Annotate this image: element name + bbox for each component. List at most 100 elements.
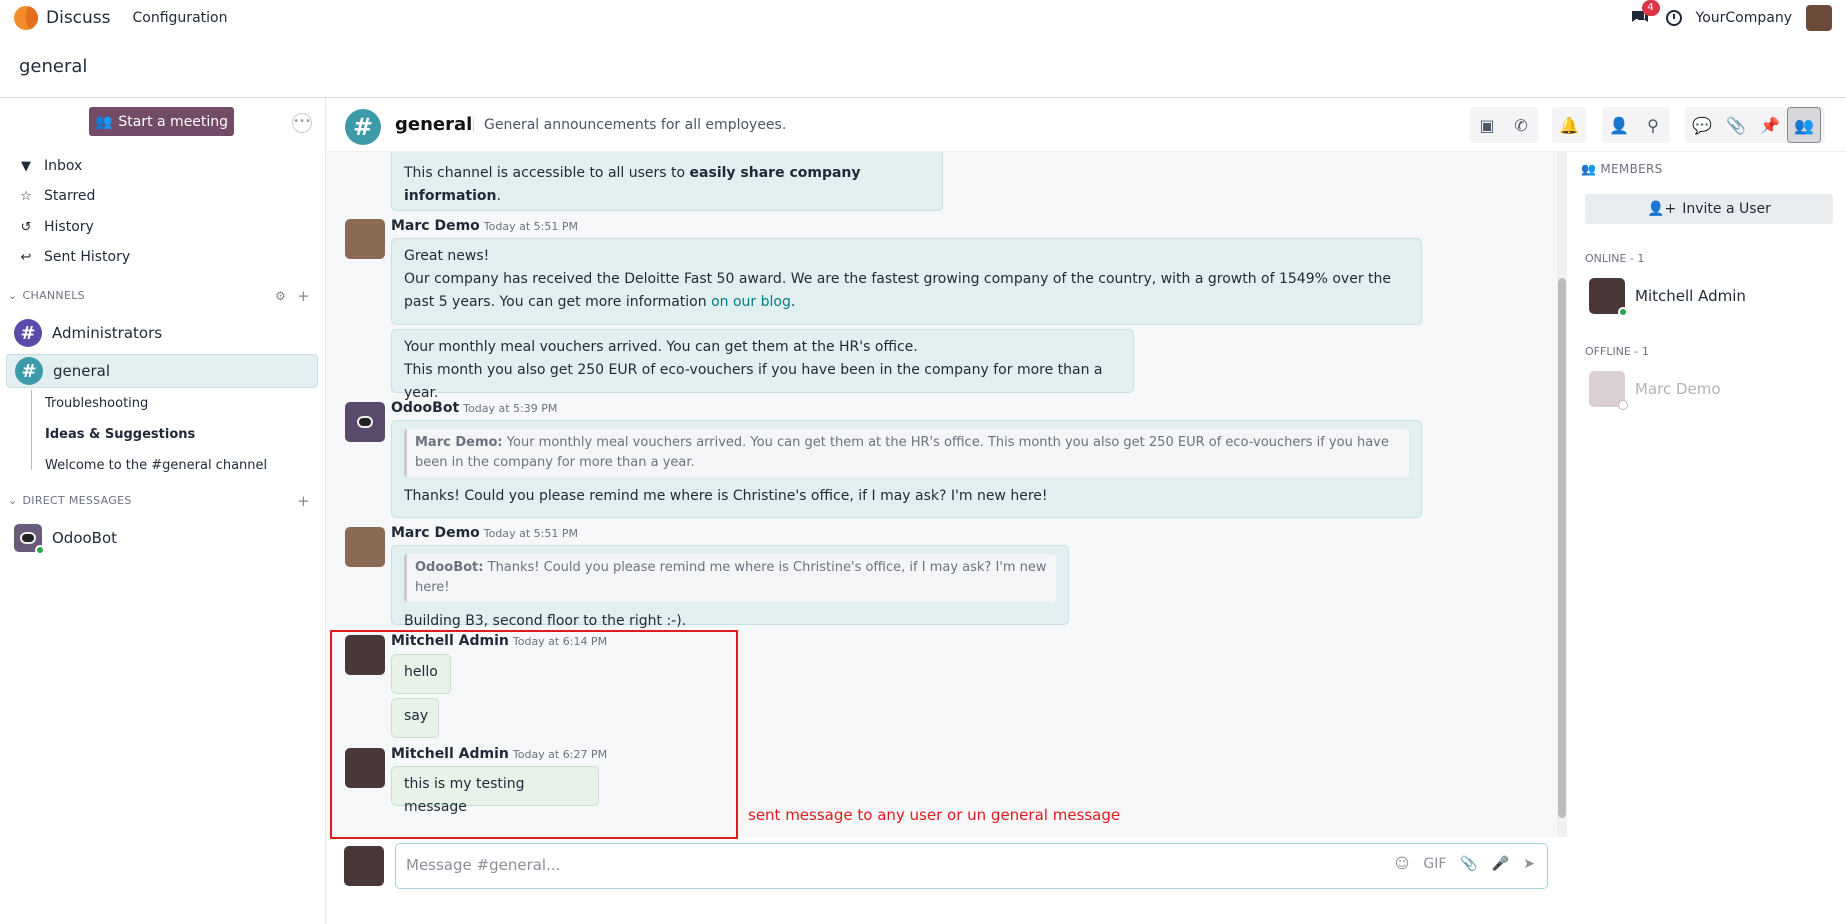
message-bubble: Your monthly meal vouchers arrived. You …	[391, 329, 1134, 401]
thread-scrollbar[interactable]	[1557, 152, 1567, 837]
gif-icon[interactable]: GIF	[1423, 856, 1446, 872]
history-icon: ↺	[20, 219, 32, 235]
message-bubble: Great news! Our company has received the…	[391, 238, 1422, 325]
message-author[interactable]: Marc Demo Today at 5:51 PM	[391, 525, 578, 541]
chat-header: # general General announcements for all …	[327, 98, 1846, 152]
breadcrumb: general	[0, 36, 1846, 98]
online-status-icon	[35, 545, 45, 555]
odoo-logo-icon[interactable]	[14, 6, 38, 30]
channel-general[interactable]: # general	[6, 354, 318, 388]
user-search-buttons: 👤 ⚲	[1602, 107, 1670, 143]
threads-icon[interactable]: 💬	[1685, 107, 1719, 143]
page-title: general	[19, 56, 88, 77]
members-icon: 👥	[1581, 162, 1597, 176]
message-composer: ☺ GIF 📎 🎤 ➤	[395, 843, 1548, 889]
phone-icon[interactable]: ✆	[1504, 107, 1538, 143]
sidebar-item-starred[interactable]: ☆ Starred	[18, 185, 95, 207]
call-buttons: ▣ ✆	[1470, 107, 1538, 143]
thread-welcome[interactable]: Welcome to the #general channel	[45, 458, 267, 473]
chevron-down-icon: ⌄	[8, 494, 18, 507]
more-options-icon[interactable]: •••	[292, 113, 312, 133]
quoted-message[interactable]: OdooBot: Thanks! Could you please remind…	[404, 554, 1056, 602]
direct-messages-header[interactable]: ⌄ DIRECT MESSAGES +	[8, 492, 310, 510]
marc-demo-avatar	[1589, 371, 1628, 410]
message-author[interactable]: Marc Demo Today at 5:51 PM	[391, 218, 578, 234]
channel-hash-icon: #	[15, 357, 43, 385]
discuss-sidebar: 👥 Start a meeting ••• ▼ Inbox ☆ Starred ↺ H…	[0, 98, 326, 924]
app-name[interactable]: Discuss	[46, 8, 111, 28]
invite-user-button[interactable]: 👤+ Invite a User	[1585, 194, 1833, 224]
microphone-icon[interactable]: 🎤	[1492, 856, 1509, 872]
member-mitchell-admin[interactable]: Mitchell Admin	[1589, 278, 1746, 317]
message-bubble: Marc Demo: Your monthly meal vouchers ar…	[391, 420, 1422, 518]
users-icon: 👥	[94, 113, 113, 130]
gear-icon[interactable]: ⚙	[275, 289, 286, 303]
add-dm-icon[interactable]: +	[297, 492, 310, 510]
odoobot-avatar[interactable]	[345, 402, 385, 442]
sidebar-item-history[interactable]: ↺ History	[18, 216, 94, 238]
members-panel: 👥 MEMBERS 👤+ Invite a User ONLINE - 1 Mit…	[1569, 152, 1846, 924]
blog-link[interactable]: on our blog	[711, 294, 791, 310]
attachment-icon[interactable]: 📎	[1460, 856, 1477, 872]
sidebar-item-sent-history[interactable]: ↩ Sent History	[18, 246, 131, 268]
menu-configuration[interactable]: Configuration	[133, 10, 228, 26]
search-icon[interactable]: ⚲	[1636, 107, 1670, 143]
notification-badge: 4	[1641, 0, 1660, 16]
bell-icon[interactable]: 🔔	[1552, 107, 1586, 143]
send-icon[interactable]: ➤	[1523, 856, 1535, 872]
message-time: Today at 5:51 PM	[483, 220, 578, 233]
channel-hash-icon: #	[14, 319, 42, 347]
channel-name[interactable]: general	[395, 114, 472, 135]
emoji-icon[interactable]: ☺	[1395, 856, 1410, 872]
offline-section-header: OFFLINE - 1	[1585, 345, 1649, 358]
channel-administrators[interactable]: # Administrators	[6, 316, 318, 350]
chevron-down-icon: ⌄	[8, 289, 18, 302]
online-status-icon	[1618, 307, 1628, 317]
message-bubble: This channel is accessible to all users …	[391, 152, 943, 211]
messages-icon[interactable]: 4	[1630, 0, 1660, 27]
inbox-icon: ▼	[21, 158, 31, 174]
reply-icon: ↩	[20, 249, 32, 265]
quoted-message[interactable]: Marc Demo: Your monthly meal vouchers ar…	[404, 429, 1409, 477]
message-bubble: OdooBot: Thanks! Could you please remind…	[391, 545, 1069, 629]
mitchell-admin-avatar	[1589, 278, 1628, 317]
member-marc-demo[interactable]: Marc Demo	[1589, 371, 1721, 410]
notification-settings: 🔔	[1552, 107, 1586, 143]
user-avatar[interactable]	[1806, 5, 1832, 31]
marc-demo-avatar[interactable]	[345, 219, 385, 259]
company-switcher[interactable]: YourCompany	[1696, 10, 1793, 26]
channel-hash-icon: #	[345, 109, 381, 145]
add-user-icon: 👤+	[1647, 201, 1677, 217]
thread-tree-line	[31, 390, 32, 470]
message-author[interactable]: OdooBot Today at 5:39 PM	[391, 400, 557, 416]
message-input[interactable]	[406, 856, 1306, 874]
activity-clock-icon[interactable]	[1665, 10, 1682, 26]
message-time: Today at 5:51 PM	[483, 527, 578, 540]
thread-ideas[interactable]: Ideas & Suggestions	[45, 427, 195, 442]
dm-odoobot[interactable]: OdooBot	[14, 524, 117, 555]
top-navbar: Discuss Configuration 4 YourCompany	[0, 0, 1846, 36]
members-icon[interactable]: 👥	[1787, 107, 1821, 143]
offline-status-icon	[1618, 400, 1628, 410]
odoobot-avatar	[14, 524, 45, 555]
message-time: Today at 5:39 PM	[463, 402, 558, 415]
channels-header[interactable]: ⌄ CHANNELS ⚙ +	[8, 287, 310, 305]
annotation-highlight-box	[330, 630, 738, 839]
scrollbar-thumb[interactable]	[1558, 278, 1566, 818]
online-section-header: ONLINE - 1	[1585, 252, 1645, 265]
members-header: 👥 MEMBERS	[1581, 162, 1663, 176]
marc-demo-avatar[interactable]	[345, 527, 385, 567]
current-user-avatar	[344, 846, 384, 886]
attachment-icon[interactable]: 📎	[1719, 107, 1753, 143]
panel-buttons: 💬 📎 📌 👥	[1685, 107, 1825, 143]
sidebar-item-inbox[interactable]: ▼ Inbox	[18, 155, 82, 177]
thread-troubleshooting[interactable]: Troubleshooting	[45, 396, 148, 411]
add-user-icon[interactable]: 👤	[1602, 107, 1636, 143]
add-channel-icon[interactable]: +	[297, 287, 310, 305]
start-meeting-button[interactable]: 👥 Start a meeting	[89, 107, 234, 136]
pin-icon[interactable]: 📌	[1753, 107, 1787, 143]
channel-description[interactable]: General announcements for all employees.	[473, 117, 786, 133]
video-call-icon[interactable]: ▣	[1470, 107, 1504, 143]
star-icon: ☆	[20, 188, 32, 204]
annotation-text: sent message to any user or un general m…	[748, 806, 1121, 824]
